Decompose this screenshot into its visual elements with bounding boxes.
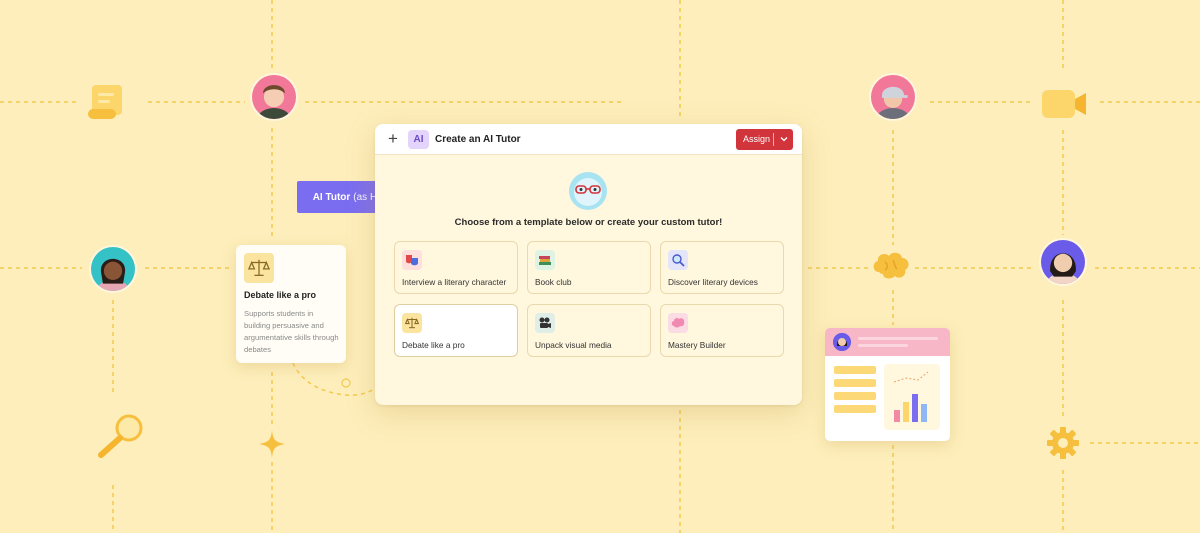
template-card-discover-literary-devices[interactable]: Discover literary devices [660,241,784,294]
sparkle-icon [259,430,285,458]
plus-icon[interactable]: + [385,130,401,147]
template-card-mastery-builder[interactable]: Mastery Builder [660,304,784,357]
scroll-icon [88,85,122,119]
create-ai-tutor-dialog: + AI Create an AI Tutor Assign Choose fr… [375,124,802,405]
report-mini-chart [884,364,940,430]
dialog-header: + AI Create an AI Tutor Assign [375,124,802,155]
student-avatar [1039,238,1087,286]
template-card-debate-like-a-pro[interactable]: Debate like a pro [394,304,518,357]
template-card-book-club[interactable]: Book club [527,241,651,294]
debate-template-preview-card: Debate like a pro Supports students in b… [236,245,346,363]
template-card-interview-literary-character[interactable]: Interview a literary character [394,241,518,294]
assign-button-label: Assign [743,134,771,144]
report-list-bar [834,366,876,374]
magnifying-glass-icon [98,414,143,458]
student-avatar [833,333,851,351]
template-card-label: Interview a literary character [402,277,507,287]
ai-badge: AI [408,129,429,149]
template-card-label: Book club [535,277,572,287]
student-avatar [869,73,917,121]
scales-icon [402,313,422,333]
student-avatar [89,245,137,293]
ai-tutor-name: AI Tutor [312,191,351,203]
magnifier-icon [668,250,688,270]
report-header-line [858,337,938,340]
template-card-unpack-visual-media[interactable]: Unpack visual media [527,304,651,357]
template-card-label: Debate like a pro [402,340,465,350]
brain-icon [873,252,909,279]
template-card-label: Mastery Builder [668,340,726,350]
template-prompt: Choose from a template below or create y… [454,217,723,228]
progress-report-card [825,328,950,441]
ai-tutor-face-icon [569,172,607,210]
gear-icon [1047,427,1079,459]
film-camera-icon [535,313,555,333]
chevron-down-icon[interactable] [774,134,793,144]
assign-button[interactable]: Assign [736,128,793,150]
report-card-header [825,328,950,356]
template-card-label: Discover literary devices [668,277,758,287]
report-list-bar [834,379,876,387]
video-camera-icon [1042,90,1086,118]
dialog-title: Create an AI Tutor [435,133,521,145]
report-list-bar [834,392,876,400]
brain-icon [668,313,688,333]
scales-icon [244,253,274,283]
debate-card-description: Supports students in building persuasive… [244,309,339,354]
template-grid: Interview a literary character Book club… [394,241,785,357]
debate-card-title: Debate like a pro [244,290,317,300]
report-list-bar [834,405,876,413]
student-avatar [250,73,298,121]
report-header-line [858,344,908,347]
books-icon [535,250,555,270]
template-card-label: Unpack visual media [535,340,612,350]
theater-masks-icon [402,250,422,270]
